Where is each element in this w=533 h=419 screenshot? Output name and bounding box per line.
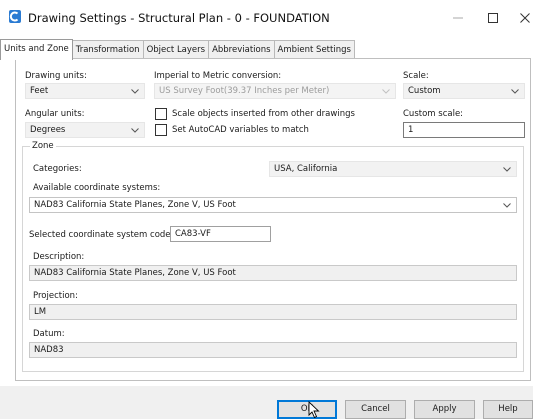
tab-abbreviations[interactable]: Abbreviations	[208, 40, 275, 59]
available-systems-label: Available coordinate systems:	[33, 183, 161, 193]
scale-value: Custom	[408, 86, 441, 96]
angular-units-label: Angular units:	[25, 109, 85, 119]
available-systems-value: NAD83 California State Planes, Zone V, U…	[34, 200, 236, 210]
coordinate-code-input[interactable]: CA83-VF	[170, 226, 271, 242]
angular-units-value: Degrees	[30, 125, 66, 135]
angular-units-select[interactable]: Degrees	[25, 122, 145, 138]
chevron-down-icon	[502, 199, 512, 211]
tab-units-and-zone[interactable]: Units and Zone	[0, 39, 73, 60]
datum-label: Datum:	[33, 329, 65, 339]
description-field: NAD83 California State Planes, Zone V, U…	[29, 265, 517, 281]
available-systems-select[interactable]: NAD83 California State Planes, Zone V, U…	[29, 197, 517, 213]
maximize-icon	[488, 13, 498, 23]
projection-label: Projection:	[33, 291, 78, 301]
description-label: Description:	[33, 252, 85, 262]
categories-label: Categories:	[33, 164, 82, 174]
units-and-zone-panel: Drawing units: Feet Imperial to Metric c…	[15, 58, 531, 381]
drawing-units-value: Feet	[30, 86, 49, 96]
custom-scale-input[interactable]: 1	[403, 122, 525, 138]
projection-field: LM	[29, 304, 517, 320]
tab-object-layers[interactable]: Object Layers	[142, 40, 210, 59]
minimize-icon	[453, 17, 463, 19]
ok-button[interactable]: OK	[277, 400, 337, 419]
categories-select[interactable]: USA, California	[269, 161, 517, 177]
set-autocad-variables-label: Set AutoCAD variables to match	[172, 125, 309, 135]
conversion-select[interactable]: US Survey Foot(39.37 Inches per Meter)	[154, 83, 396, 99]
drawing-units-select[interactable]: Feet	[25, 83, 145, 99]
cancel-button[interactable]: Cancel	[345, 400, 406, 419]
scale-objects-checkbox[interactable]	[155, 108, 167, 120]
chevron-down-icon	[502, 163, 512, 175]
conversion-value: US Survey Foot(39.37 Inches per Meter)	[159, 86, 330, 96]
window-title: Drawing Settings - Structural Plan - 0 -…	[28, 11, 330, 25]
scale-objects-label: Scale objects inserted from other drawin…	[172, 109, 355, 119]
zone-group-label: Zone	[30, 141, 56, 151]
scale-select[interactable]: Custom	[403, 83, 525, 99]
tab-strip: Units and Zone Transformation Object Lay…	[0, 39, 355, 60]
categories-value: USA, California	[274, 164, 338, 174]
minimize-button[interactable]	[440, 7, 476, 29]
coordinate-code-label: Selected coordinate system code:	[29, 230, 174, 240]
tab-transformation[interactable]: Transformation	[71, 40, 144, 59]
chevron-down-icon	[381, 85, 391, 97]
chevron-down-icon	[130, 85, 140, 97]
close-button[interactable]	[507, 7, 533, 29]
chevron-down-icon	[510, 85, 520, 97]
custom-scale-label: Custom scale:	[403, 109, 464, 119]
drawing-units-label: Drawing units:	[25, 71, 87, 81]
apply-button[interactable]: Apply	[414, 400, 475, 419]
app-icon	[9, 10, 21, 23]
mouse-cursor-icon	[308, 401, 320, 419]
scale-label: Scale:	[403, 71, 429, 81]
title-bar: Drawing Settings - Structural Plan - 0 -…	[0, 0, 533, 34]
close-icon	[520, 13, 530, 23]
conversion-label: Imperial to Metric conversion:	[154, 71, 282, 81]
zone-groupbox	[22, 146, 524, 372]
help-button[interactable]: Help	[483, 400, 533, 419]
chevron-down-icon	[130, 124, 140, 136]
datum-field: NAD83	[29, 342, 517, 358]
maximize-button[interactable]	[475, 7, 511, 29]
tab-ambient-settings[interactable]: Ambient Settings	[273, 40, 355, 59]
set-autocad-variables-checkbox[interactable]	[155, 124, 167, 136]
